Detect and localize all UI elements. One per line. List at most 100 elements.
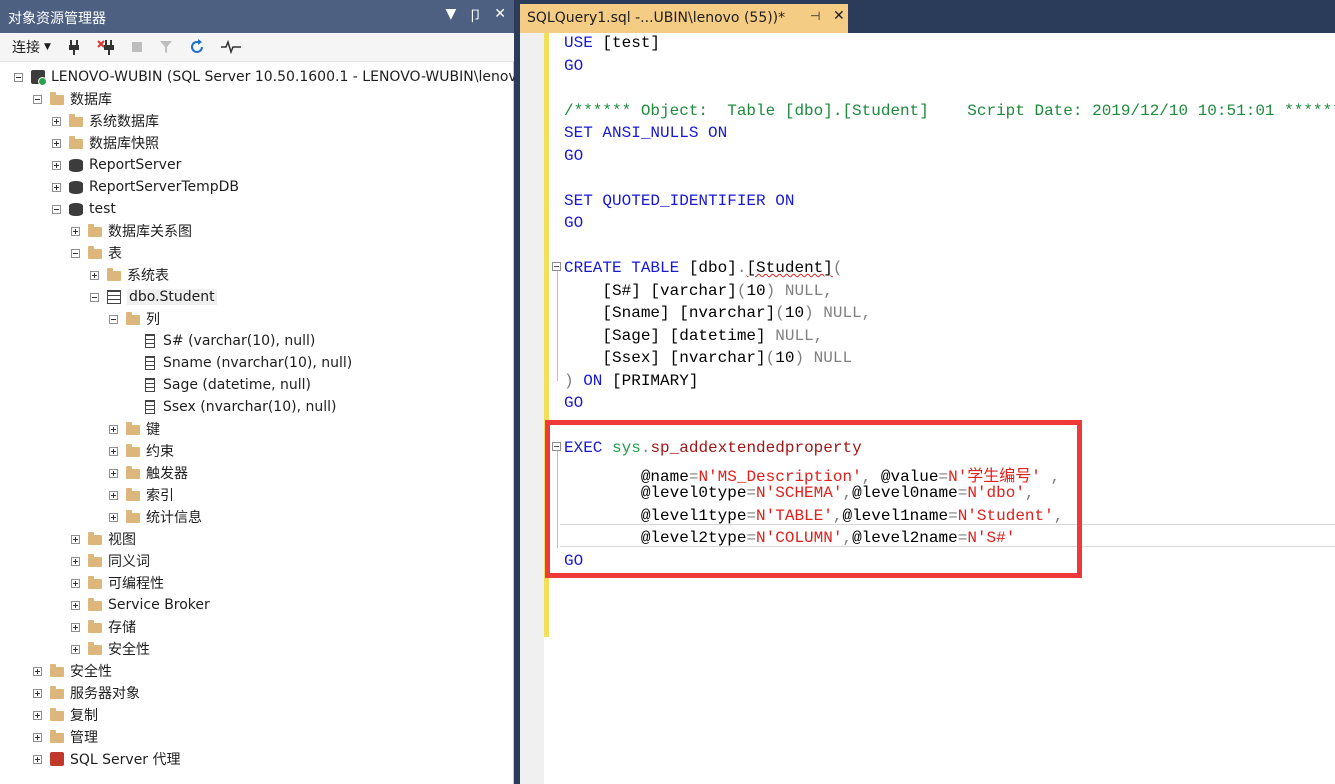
- disconnect-plug-icon[interactable]: [97, 39, 115, 55]
- tree-node[interactable]: 列: [109, 308, 160, 330]
- connect-button[interactable]: 连接 ▼: [12, 37, 51, 57]
- tree-node-label: Sage (datetime, null): [163, 377, 311, 393]
- expand-icon[interactable]: [52, 182, 61, 192]
- tree-node[interactable]: 数据库: [33, 88, 112, 110]
- expand-icon[interactable]: [33, 688, 42, 698]
- column-icon: [145, 400, 155, 414]
- expand-icon[interactable]: [33, 710, 42, 720]
- code-line: GO: [564, 57, 583, 79]
- tree-node[interactable]: LENOVO-WUBIN (SQL Server 10.50.1600.1 - …: [14, 66, 514, 88]
- collapse-icon[interactable]: [52, 204, 61, 214]
- tree-node[interactable]: 触发器: [109, 462, 188, 484]
- tree-node[interactable]: 存储: [71, 616, 136, 638]
- expand-icon[interactable]: [33, 666, 42, 676]
- tree-node[interactable]: 数据库关系图: [71, 220, 192, 242]
- code-token: ) NULL,: [804, 304, 872, 322]
- expand-icon[interactable]: [52, 160, 61, 170]
- tree-node[interactable]: ReportServerTempDB: [52, 176, 239, 198]
- tree-node[interactable]: Ssex (nvarchar(10), null): [145, 396, 336, 418]
- code-token: (: [765, 349, 776, 367]
- tree-node[interactable]: 统计信息: [109, 506, 202, 528]
- tree-node[interactable]: test: [52, 198, 116, 220]
- code-token: .: [736, 259, 747, 277]
- collapse-icon[interactable]: [71, 248, 80, 258]
- tree-node-label: 表: [108, 246, 122, 262]
- collapse-icon[interactable]: [109, 314, 118, 324]
- activity-monitor-icon[interactable]: [220, 40, 241, 54]
- tree-node[interactable]: 视图: [71, 528, 136, 550]
- close-icon[interactable]: ✕: [833, 8, 845, 24]
- tree-node[interactable]: 系统数据库: [52, 110, 159, 132]
- expand-icon[interactable]: [109, 512, 118, 522]
- tree-node[interactable]: Sname (nvarchar(10), null): [145, 352, 352, 374]
- tree-node[interactable]: Service Broker: [71, 594, 210, 616]
- filter-icon[interactable]: [159, 40, 173, 54]
- tree-node[interactable]: ReportServer: [52, 154, 181, 176]
- tree-node[interactable]: 数据库快照: [52, 132, 159, 154]
- expand-icon[interactable]: [90, 270, 99, 280]
- query-editor[interactable]: USE [test] GO/****** Object: Table [dbo].…: [520, 33, 1335, 784]
- tree-node[interactable]: 管理: [33, 726, 98, 748]
- close-icon[interactable]: ✕: [494, 6, 506, 26]
- collapse-create-table-icon[interactable]: [552, 262, 561, 271]
- expand-icon[interactable]: [33, 754, 42, 764]
- code-token: 10: [775, 349, 795, 367]
- folder-icon: [126, 466, 140, 479]
- tree-node[interactable]: 复制: [33, 704, 98, 726]
- expand-icon[interactable]: [71, 578, 80, 588]
- collapse-icon[interactable]: [14, 72, 23, 82]
- tree-node[interactable]: 服务器对象: [33, 682, 140, 704]
- expand-icon[interactable]: [109, 490, 118, 500]
- expand-icon[interactable]: [109, 446, 118, 456]
- connect-plug-icon[interactable]: [67, 39, 81, 55]
- database-icon: [69, 202, 83, 216]
- tree-node[interactable]: 安全性: [33, 660, 112, 682]
- collapse-icon[interactable]: [33, 94, 42, 104]
- code-token: [PRIMARY]: [612, 371, 699, 390]
- tree-node[interactable]: 系统表: [90, 264, 169, 286]
- window-position-dropdown-icon[interactable]: ▼: [445, 6, 456, 26]
- expand-icon[interactable]: [71, 600, 80, 610]
- code-line: [Sage] [datetime] NULL,: [564, 327, 823, 349]
- tab-sqlquery1[interactable]: SQLQuery1.sql -...UBIN\lenovo (55))* ⊣ ✕: [520, 4, 848, 33]
- code-line: GO: [564, 214, 583, 236]
- expand-icon[interactable]: [109, 424, 118, 434]
- folder-icon: [88, 620, 102, 633]
- tree-node[interactable]: 键: [109, 418, 160, 440]
- code-token: ON: [583, 371, 613, 390]
- tree-node[interactable]: dbo.Student: [90, 286, 217, 308]
- expand-icon[interactable]: [71, 556, 80, 566]
- folder-icon: [50, 730, 64, 743]
- expand-icon[interactable]: [71, 534, 80, 544]
- expand-icon[interactable]: [71, 644, 80, 654]
- editor-margin: [520, 33, 544, 784]
- tree-node[interactable]: 表: [71, 242, 122, 264]
- stop-icon[interactable]: [131, 41, 143, 53]
- column-icon: [145, 334, 155, 348]
- tree-node[interactable]: 索引: [109, 484, 174, 506]
- code-token: (: [832, 259, 843, 277]
- expand-icon[interactable]: [52, 138, 61, 148]
- tree-node[interactable]: SQL Server 代理: [33, 748, 181, 770]
- expand-icon[interactable]: [71, 622, 80, 632]
- pin-icon[interactable]: ⊣: [810, 9, 820, 23]
- tab-title: SQLQuery1.sql -...UBIN\lenovo (55))*: [527, 10, 786, 26]
- tree-node[interactable]: Sage (datetime, null): [145, 374, 311, 396]
- expand-icon[interactable]: [52, 116, 61, 126]
- tree-node-label: ReportServer: [89, 157, 182, 173]
- refresh-icon[interactable]: [189, 39, 205, 55]
- tree-node[interactable]: 可编程性: [71, 572, 164, 594]
- tree-node[interactable]: 同义词: [71, 550, 150, 572]
- object-explorer-title-bar: 对象资源管理器 ▼ 卩 ✕: [0, 0, 514, 33]
- tree-node[interactable]: 安全性: [71, 638, 150, 660]
- tree-node[interactable]: 约束: [109, 440, 174, 462]
- expand-icon[interactable]: [109, 468, 118, 478]
- outline-guide: [557, 270, 558, 381]
- collapse-icon[interactable]: [90, 292, 99, 302]
- tree-node[interactable]: S# (varchar(10), null): [145, 330, 315, 352]
- auto-hide-pin-icon[interactable]: 卩: [468, 6, 482, 26]
- expand-icon[interactable]: [71, 226, 80, 236]
- code-token: (: [775, 304, 785, 322]
- expand-icon[interactable]: [33, 732, 42, 742]
- tree-node-label: 存储: [108, 620, 136, 636]
